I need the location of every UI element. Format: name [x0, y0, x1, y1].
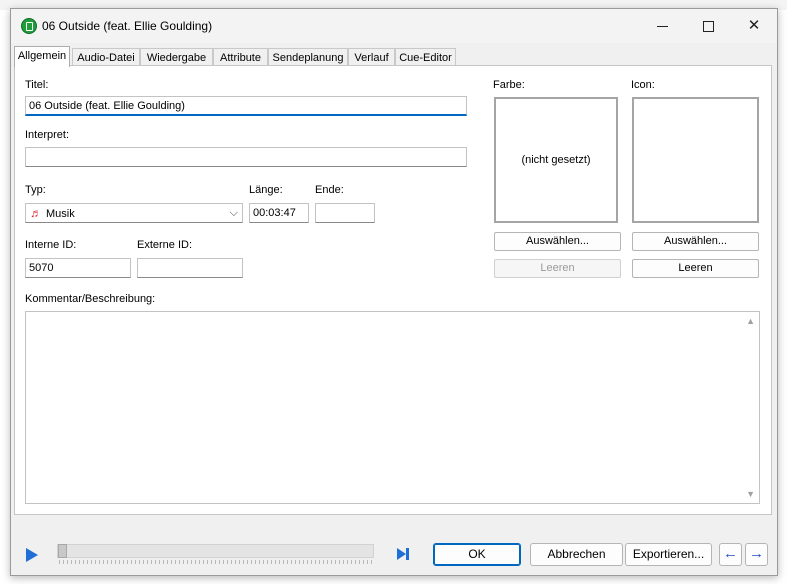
- window-title: 06 Outside (feat. Ellie Goulding): [42, 19, 213, 33]
- properties-dialog: 06 Outside (feat. Ellie Goulding) ✕ Allg…: [10, 8, 778, 576]
- color-preview: (nicht gesetzt): [494, 97, 618, 223]
- clear-color-button[interactable]: Leeren: [494, 259, 621, 278]
- slider-ticks: [59, 560, 373, 564]
- tab-verlauf[interactable]: Verlauf: [348, 48, 395, 66]
- skip-to-end-icon[interactable]: [396, 547, 410, 561]
- tab-audio-datei[interactable]: Audio-Datei: [72, 48, 140, 66]
- tab-cue-editor[interactable]: Cue-Editor: [395, 48, 456, 66]
- type-label: Typ:: [25, 184, 46, 196]
- scroll-down-icon[interactable]: ▼: [746, 489, 755, 499]
- title-bar: 06 Outside (feat. Ellie Goulding) ✕: [11, 9, 777, 43]
- color-label: Farbe:: [493, 79, 525, 91]
- artist-label: Interpret:: [25, 129, 70, 141]
- icon-label: Icon:: [631, 79, 655, 91]
- playback-position-slider[interactable]: [57, 544, 374, 558]
- close-button[interactable]: ✕: [731, 9, 777, 43]
- choose-icon-button[interactable]: Auswählen...: [632, 232, 759, 251]
- chevron-down-icon: ⌵: [229, 207, 238, 219]
- ok-button[interactable]: OK: [433, 543, 521, 566]
- app-icon: [21, 18, 37, 34]
- external-id-label: Externe ID:: [137, 239, 193, 251]
- length-label: Länge:: [249, 184, 283, 196]
- end-label: Ende:: [315, 184, 344, 196]
- general-tab-panel: Titel: 06 Outside (feat. Ellie Goulding)…: [14, 65, 772, 515]
- end-input[interactable]: [315, 203, 375, 223]
- maximize-button[interactable]: [685, 9, 731, 43]
- length-input[interactable]: 00:03:47: [249, 203, 309, 223]
- tab-wiedergabe[interactable]: Wiedergabe: [140, 48, 213, 66]
- play-icon[interactable]: [24, 547, 40, 563]
- internal-id-input[interactable]: 5070: [25, 258, 131, 278]
- next-arrow-icon[interactable]: →: [745, 543, 768, 566]
- color-preview-text: (nicht gesetzt): [521, 154, 591, 166]
- scroll-up-icon[interactable]: ▲: [746, 316, 755, 326]
- comment-textarea[interactable]: ▲ ▼: [25, 311, 760, 504]
- external-id-input[interactable]: [137, 258, 243, 278]
- export-button[interactable]: Exportieren...: [625, 543, 712, 566]
- clear-icon-button[interactable]: Leeren: [632, 259, 759, 278]
- music-note-icon: ♬: [30, 206, 42, 220]
- playback-position-thumb[interactable]: [58, 544, 67, 558]
- artist-input[interactable]: [25, 147, 467, 167]
- icon-preview: [632, 97, 759, 223]
- type-select[interactable]: ♬ Musik ⌵: [25, 203, 243, 223]
- tab-attribute[interactable]: Attribute: [213, 48, 268, 66]
- cancel-button[interactable]: Abbrechen: [530, 543, 623, 566]
- tab-allgemein[interactable]: Allgemein: [14, 46, 70, 67]
- minimize-button[interactable]: [639, 9, 685, 43]
- type-select-value: Musik: [46, 208, 75, 220]
- comment-label: Kommentar/Beschreibung:: [25, 293, 156, 305]
- internal-id-label: Interne ID:: [25, 239, 77, 251]
- previous-arrow-icon[interactable]: ←: [719, 543, 742, 566]
- title-label: Titel:: [25, 79, 49, 91]
- title-input[interactable]: 06 Outside (feat. Ellie Goulding): [25, 96, 467, 116]
- choose-color-button[interactable]: Auswählen...: [494, 232, 621, 251]
- tab-sendeplanung[interactable]: Sendeplanung: [268, 48, 348, 66]
